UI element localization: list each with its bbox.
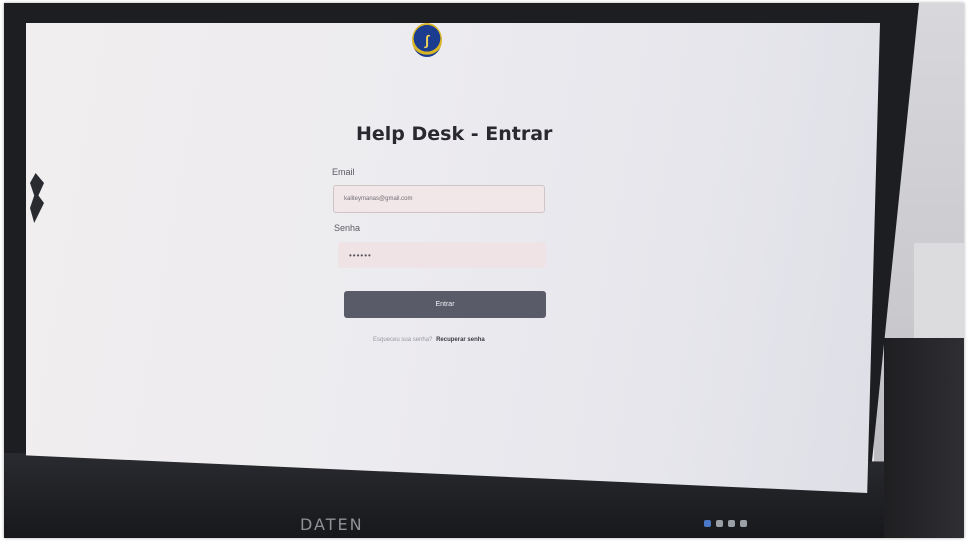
password-label: Senha [334, 223, 361, 233]
taskbar-app-icon [704, 519, 711, 527]
password-value: •••••• [349, 250, 372, 260]
recover-password-link[interactable]: Recuperar senha [436, 337, 485, 343]
pc-tower [884, 338, 964, 538]
forgot-password-text: Esqueceu sua senha? [373, 337, 433, 343]
taskbar-icons [704, 517, 864, 529]
taskbar-app-icon [716, 519, 723, 527]
background-desk [914, 243, 964, 343]
photo-frame: DATEN ∫ Help Desk - Entrar Email kalitey… [4, 3, 964, 538]
taskbar-app-icon [728, 519, 735, 527]
page-title: Help Desk - Entrar [356, 123, 553, 145]
login-button[interactable]: Entrar [344, 291, 546, 318]
password-field[interactable]: •••••• [338, 242, 546, 268]
taskbar-app-icon [740, 519, 747, 527]
email-field[interactable]: kaliteymanas@gmail.com [333, 185, 545, 213]
email-value: kaliteymanas@gmail.com [344, 196, 413, 202]
institution-logo-icon: ∫ [412, 23, 442, 57]
monitor-brand: DATEN [300, 515, 364, 534]
screen: ∫ Help Desk - Entrar Email kaliteymanas@… [26, 23, 880, 493]
email-label: Email [332, 167, 355, 177]
forgot-password-row: Esqueceu sua senha? Recuperar senha [373, 337, 485, 343]
